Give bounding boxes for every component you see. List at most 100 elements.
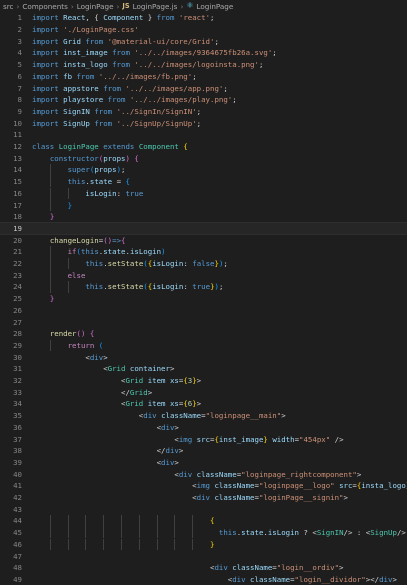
code-token: constructor — [49, 153, 99, 163]
code-line[interactable]: 3 import Grid from '@material-ui/core/Gri… — [0, 35, 407, 47]
code-token: LoginPage — [58, 142, 104, 152]
code-line[interactable]: 27 — [0, 316, 407, 328]
code-line[interactable]: 6 import fb from '../../images/fb.png'; — [0, 71, 407, 83]
code-token: { — [125, 177, 130, 187]
code-line[interactable]: 25 } — [0, 293, 407, 305]
code-line[interactable]: 47 — [0, 550, 407, 562]
code-token: div — [165, 446, 179, 456]
code-token: fb — [63, 71, 77, 81]
code-line[interactable]: 37 < img src ={inst_image} width = "454px" /… — [0, 433, 407, 445]
code-token: from — [85, 36, 108, 46]
code-token: import — [32, 60, 64, 70]
code-line[interactable]: 33 </Grid > — [0, 386, 407, 398]
code-line[interactable]: 19 — [0, 221, 407, 236]
code-line[interactable]: 21 if(this. state. isLogin) — [0, 246, 407, 258]
code-token: > — [281, 411, 286, 421]
code-line[interactable]: 20 changeLogin =() =>{ — [0, 234, 407, 246]
indent-guide — [138, 526, 140, 539]
code-line[interactable]: 48 < div className = "login__ordiv" > — [0, 562, 407, 574]
code-line[interactable]: 26 — [0, 305, 407, 317]
code-editor[interactable]: 1 import React, { Component } from 'react… — [0, 12, 407, 584]
code-line[interactable]: 35 < div className = "loginpage__main" > — [0, 410, 407, 422]
code-line[interactable]: 13 constructor(props) { — [0, 152, 407, 164]
code-token: </ — [32, 446, 166, 456]
code-line[interactable]: 49 < div className = "login__dividor" ></div… — [0, 574, 407, 585]
code-token: width — [272, 434, 295, 444]
code-token: return — [67, 340, 95, 350]
code-line[interactable]: 4 import inst_image from '../../images/93… — [0, 47, 407, 59]
code-line[interactable]: 32 < Grid item xs ={3} > — [0, 375, 407, 387]
code-line[interactable]: 16 isLogin: true — [0, 187, 407, 200]
code-line[interactable]: 39 < div > — [0, 457, 407, 469]
code-line[interactable]: 29 return ( — [0, 339, 407, 352]
code-token: /> — [330, 434, 344, 444]
code-token: < — [32, 364, 108, 374]
line-number: 19 — [13, 223, 22, 233]
code-line[interactable]: 22 this. setState({isLogin: false}); — [0, 257, 407, 270]
breadcrumb-item-symbol[interactable]: LoginPage — [196, 2, 233, 11]
code-line[interactable]: 18 } — [0, 211, 407, 223]
code-line[interactable]: 15 this. state = { — [0, 175, 407, 188]
class-symbol-icon: ⚛ — [186, 1, 194, 10]
code-text: isLogin: true — [32, 187, 407, 200]
code-line[interactable]: 1 import React, { Component } from 'react… — [0, 12, 407, 24]
code-token: Component — [138, 142, 184, 152]
code-line[interactable]: 14 super(props); — [0, 164, 407, 176]
breadcrumb-item-loginpage-folder[interactable]: LoginPage — [77, 2, 114, 11]
code-text: import SignUp from '../SignUp/SignUp'; — [32, 117, 407, 129]
code-token: > — [343, 493, 348, 503]
code-token: if — [67, 247, 77, 257]
code-token: appstore — [63, 83, 104, 93]
indent-guide — [49, 339, 51, 352]
code-line[interactable]: 2 import './LoginPage.css' — [0, 24, 407, 36]
code-line[interactable]: 34 < Grid item xs ={6} > — [0, 398, 407, 410]
code-line[interactable]: 36 < div > — [0, 422, 407, 434]
code-line[interactable]: 31 < Grid container > — [0, 363, 407, 375]
code-line[interactable]: 30 < div > — [0, 351, 407, 363]
code-line[interactable]: 45 this. state. isLogin ? < SignIN/> : < Sig… — [0, 526, 407, 539]
code-line[interactable]: 46 } — [0, 538, 407, 551]
line-number: 5 — [17, 60, 22, 70]
code-line[interactable]: 23 else — [0, 269, 407, 282]
code-line[interactable]: 42 < div className = "loginPage__signin" > — [0, 492, 407, 504]
breadcrumb-item-src[interactable]: src — [3, 2, 14, 11]
code-text: < div className = "login__dividor" ></div > — [32, 574, 407, 585]
code-token: } — [143, 13, 157, 23]
code-line[interactable]: 44 { — [0, 515, 407, 527]
code-line[interactable]: 28 render() { — [0, 328, 407, 340]
code-line[interactable]: 24 this. setState({isLogin: true}); — [0, 281, 407, 293]
code-text: render() { — [32, 328, 407, 340]
code-token: : — [183, 282, 193, 292]
code-line[interactable]: 38 </div > — [0, 445, 407, 457]
code-line[interactable]: 43 — [0, 503, 407, 515]
code-line[interactable]: 8 import playstore from '../../images/pla… — [0, 94, 407, 106]
code-token: "454px" — [299, 434, 331, 444]
code-line[interactable]: 40 < div className = "loginpage_rightcompon… — [0, 468, 407, 480]
code-token: < — [32, 481, 197, 491]
indent-guide — [49, 538, 51, 551]
code-line[interactable]: 17 } — [0, 199, 407, 211]
indent-guide — [174, 538, 176, 551]
line-number: 2 — [17, 25, 22, 35]
code-line[interactable]: 11 — [0, 129, 407, 141]
code-line[interactable]: 9 import SignIN from '../SignIn/SignIN'; — [0, 106, 407, 118]
breadcrumb-item-file[interactable]: LoginPage.js — [133, 2, 178, 11]
code-token: import — [32, 95, 64, 105]
code-token: Grid — [129, 387, 148, 397]
code-line[interactable]: 41 < img className = "loginpage__logo" src =… — [0, 480, 407, 492]
code-token: '../SignIn/SignIN' — [116, 106, 197, 116]
code-line[interactable]: 5 import insta_logo from '../../images/lo… — [0, 59, 407, 71]
line-number: 44 — [13, 516, 22, 526]
code-token: insta_logo — [361, 481, 406, 491]
code-line[interactable]: 10 import SignUp from '../SignUp/SignUp'; — [0, 117, 407, 129]
line-number: 37 — [13, 434, 22, 444]
code-token: "login__ordiv" — [276, 563, 340, 573]
code-line[interactable]: 12 class LoginPage extends Component { — [0, 141, 407, 153]
breadcrumb-item-components[interactable]: Components — [22, 2, 67, 11]
code-token: import — [32, 36, 64, 46]
code-token: > — [196, 376, 202, 386]
code-token: () — [103, 235, 113, 245]
code-line[interactable]: 7 import appstore from '../../images/app.… — [0, 82, 407, 94]
